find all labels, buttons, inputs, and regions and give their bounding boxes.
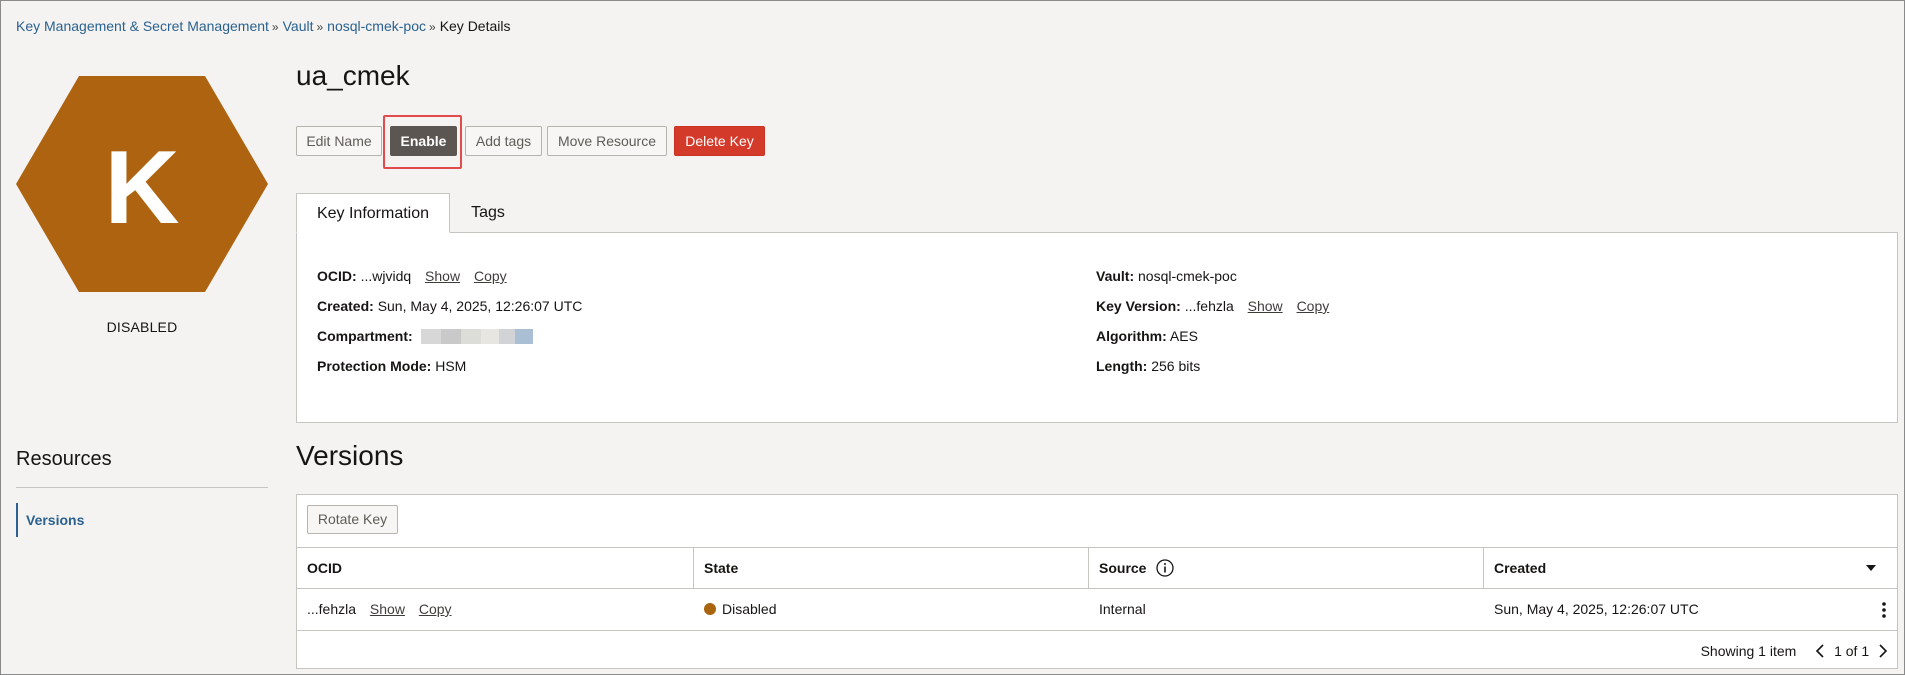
row-source-cell: Internal xyxy=(1099,601,1146,617)
versions-title: Versions xyxy=(296,440,404,471)
column-header-source-label: Source xyxy=(1099,560,1147,576)
compartment-label: Compartment: xyxy=(317,328,413,344)
protection-mode-value: HSM xyxy=(435,358,467,374)
key-hexagon-icon: K xyxy=(16,76,268,292)
key-information-panel: OCID: ...wjvidq Show Copy Created: Sun, … xyxy=(296,232,1898,423)
algorithm-label: Algorithm: xyxy=(1096,328,1167,344)
disabled-state-dot-icon xyxy=(704,603,716,615)
length-value: 256 bits xyxy=(1151,358,1201,374)
key-version-label: Key Version: xyxy=(1096,298,1181,314)
versions-table-header: OCID State Source Created xyxy=(297,547,1897,589)
key-version-copy-link[interactable]: Copy xyxy=(1297,298,1330,314)
row-state-cell: Disabled xyxy=(694,589,776,630)
created-label: Created: xyxy=(317,298,374,314)
sort-descending-icon[interactable] xyxy=(1865,562,1877,574)
vault-value: nosql-cmek-poc xyxy=(1138,268,1237,284)
algorithm-value: AES xyxy=(1169,328,1198,344)
column-header-ocid[interactable]: OCID xyxy=(297,548,694,588)
key-version-value: ...fehzla xyxy=(1184,298,1234,314)
column-header-state[interactable]: State xyxy=(694,548,1089,588)
row-ocid-copy-link[interactable]: Copy xyxy=(419,601,452,617)
column-header-created-label: Created xyxy=(1494,560,1547,576)
edit-name-button[interactable]: Edit Name xyxy=(296,126,382,156)
versions-table-panel: Rotate Key OCID State Source Created ...… xyxy=(296,494,1898,669)
row-actions-kebab-icon[interactable] xyxy=(1881,601,1887,619)
compartment-field: Compartment: xyxy=(317,328,533,344)
breadcrumb-current: Key Details xyxy=(439,18,511,34)
breadcrumb-key-management[interactable]: Key Management & Secret Management xyxy=(16,18,269,34)
breadcrumb-vault[interactable]: Vault xyxy=(283,18,314,34)
column-header-created[interactable]: Created xyxy=(1484,548,1897,588)
resources-divider xyxy=(16,487,268,488)
created-field: Created: Sun, May 4, 2025, 12:26:07 UTC xyxy=(317,298,582,314)
protection-mode-label: Protection Mode: xyxy=(317,358,432,374)
page-title: ua_cmek xyxy=(296,60,410,91)
key-version-field: Key Version: ...fehzla Show Copy xyxy=(1096,298,1329,314)
rotate-key-button[interactable]: Rotate Key xyxy=(307,505,398,534)
key-hexagon-letter: K xyxy=(104,130,179,246)
row-ocid-value: ...fehzla xyxy=(307,601,357,617)
resources-title: Resources xyxy=(16,448,112,470)
ocid-value: ...wjvidq xyxy=(360,268,412,284)
breadcrumb-separator: » xyxy=(271,20,279,34)
row-created-cell: Sun, May 4, 2025, 12:26:07 UTC xyxy=(1494,601,1699,617)
resources-item-versions[interactable]: Versions xyxy=(16,503,268,537)
row-ocid-show-link[interactable]: Show xyxy=(370,601,405,617)
length-field: Length: 256 bits xyxy=(1096,358,1200,374)
breadcrumb-separator: » xyxy=(429,20,436,34)
delete-key-button[interactable]: Delete Key xyxy=(674,126,765,156)
protection-mode-field: Protection Mode: HSM xyxy=(317,358,466,374)
tab-tags[interactable]: Tags xyxy=(450,193,526,233)
page-indicator: 1 of 1 xyxy=(1834,643,1870,659)
info-icon[interactable] xyxy=(1156,559,1175,577)
move-resource-button[interactable]: Move Resource xyxy=(547,126,667,156)
breadcrumb: Key Management & Secret Management» Vault… xyxy=(16,18,511,34)
vault-label: Vault: xyxy=(1096,268,1135,284)
algorithm-field: Algorithm: AES xyxy=(1096,328,1198,344)
row-state-value: Disabled xyxy=(722,601,777,617)
ocid-field: OCID: ...wjvidq Show Copy xyxy=(317,268,507,284)
vault-field: Vault: nosql-cmek-poc xyxy=(1096,268,1237,284)
enable-highlight-box xyxy=(383,115,462,169)
add-tags-button[interactable]: Add tags xyxy=(465,126,542,156)
tab-key-information[interactable]: Key Information xyxy=(296,193,450,233)
compartment-redacted xyxy=(420,329,533,344)
pagination: Showing 1 item 1 of 1 xyxy=(1701,631,1897,671)
ocid-label: OCID: xyxy=(317,268,357,284)
key-version-show-link[interactable]: Show xyxy=(1248,298,1283,314)
key-status-label: DISABLED xyxy=(106,319,178,335)
chevron-right-icon[interactable] xyxy=(1877,643,1889,659)
chevron-left-icon[interactable] xyxy=(1814,643,1826,659)
showing-count: Showing 1 item xyxy=(1700,643,1797,659)
ocid-copy-link[interactable]: Copy xyxy=(474,268,507,284)
row-ocid-cell: ...fehzla Show Copy xyxy=(297,589,452,630)
breadcrumb-vault-name[interactable]: nosql-cmek-poc xyxy=(327,18,426,34)
breadcrumb-separator: » xyxy=(316,20,324,34)
created-value: Sun, May 4, 2025, 12:26:07 UTC xyxy=(377,298,583,314)
ocid-show-link[interactable]: Show xyxy=(425,268,460,284)
length-label: Length: xyxy=(1096,358,1148,374)
column-header-source[interactable]: Source xyxy=(1089,548,1484,588)
table-row: ...fehzla Show Copy Disabled Internal Su… xyxy=(297,589,1897,631)
